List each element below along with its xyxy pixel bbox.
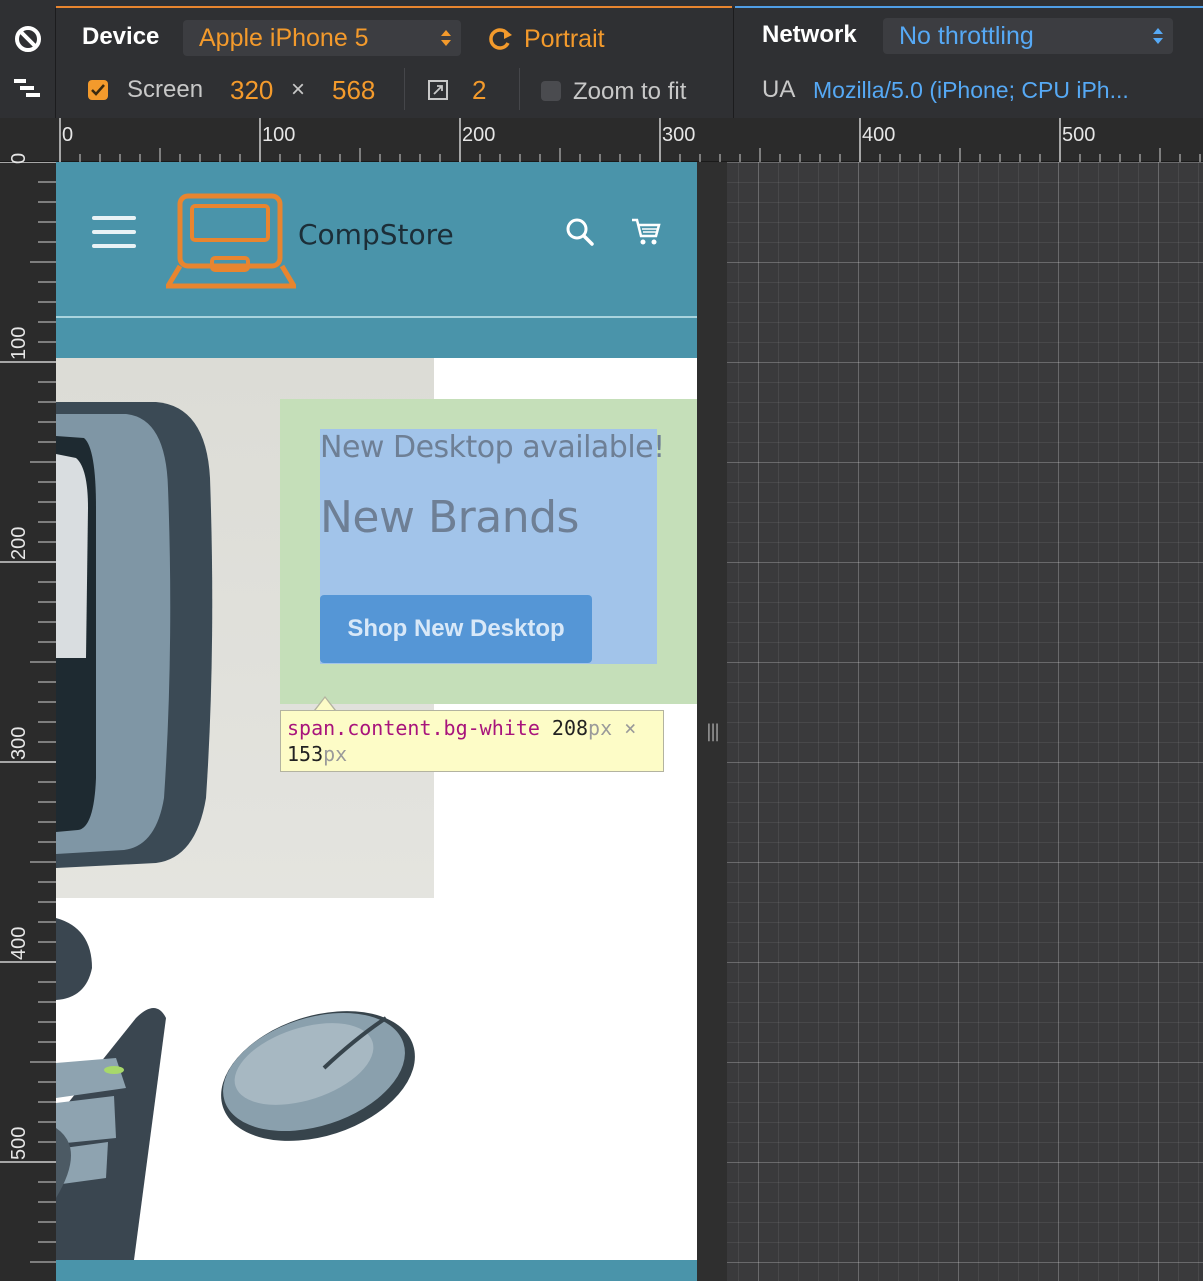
- tooltip-times: ×: [624, 716, 637, 740]
- zoom-to-fit-label: Zoom to fit: [573, 78, 687, 105]
- no-entry-icon[interactable]: [14, 25, 42, 53]
- rotate-icon[interactable]: [486, 25, 514, 53]
- ruler-v-label: 500: [8, 1126, 30, 1160]
- promo-title: New Brands: [320, 492, 579, 543]
- cart-icon[interactable]: [630, 216, 662, 248]
- pixel-ratio-field[interactable]: 2: [472, 75, 486, 105]
- network-label: Network: [762, 21, 857, 48]
- device-select[interactable]: Apple iPhone 5: [183, 20, 461, 56]
- ruler-h-label: 100: [262, 124, 296, 146]
- screen-height-field[interactable]: 568: [332, 75, 375, 105]
- horizontal-ruler: 0 100 200 300 400 500: [0, 118, 1203, 162]
- toolbar-divider: [55, 8, 56, 118]
- toolbar-separator: [404, 68, 405, 110]
- tooltip-height: 153: [287, 742, 324, 766]
- horizontal-ruler-ticks: [59, 118, 1201, 162]
- resize-grip-icon[interactable]: |||: [704, 720, 720, 744]
- ruler-v-label-wrap: 0: [4, 138, 34, 168]
- ruler-h-label: 300: [662, 124, 696, 146]
- device-select-value: Apple iPhone 5: [199, 24, 369, 52]
- device-mode-toolbar: Device Apple iPhone 5 Portrait Screen 32…: [0, 0, 1203, 118]
- ruler-v-label: 100: [8, 326, 30, 360]
- ruler-v-label: 200: [8, 526, 30, 560]
- laptop-logo-icon[interactable]: [166, 192, 296, 292]
- media-query-icon[interactable]: [12, 76, 42, 102]
- network-panel-accent: [735, 6, 1203, 8]
- network-select-value: No throttling: [899, 22, 1034, 50]
- inspect-tooltip: span.content.bg-white 208px × 153px: [280, 710, 664, 772]
- promo-headline: New Desktop available!: [320, 430, 665, 465]
- brand-name[interactable]: CompStore: [298, 218, 454, 251]
- ruler-v-label-wrap: 200: [4, 512, 34, 566]
- ruler-v-label-wrap: 400: [4, 912, 34, 966]
- screen-label: Screen: [127, 76, 204, 103]
- network-select[interactable]: No throttling: [883, 18, 1173, 54]
- select-arrows-icon: [441, 26, 451, 50]
- tooltip-height-unit: px: [323, 742, 348, 766]
- ruler-h-label: 400: [862, 124, 896, 146]
- hamburger-menu-icon[interactable]: [92, 214, 136, 250]
- site-footer-strip: [56, 1260, 697, 1281]
- tooltip-width-unit: px: [588, 716, 613, 740]
- canvas-grid-area: [727, 162, 1203, 1281]
- device-panel-accent: [56, 6, 732, 8]
- ruler-h-label: 0: [62, 124, 74, 146]
- device-label: Device: [82, 23, 160, 50]
- ruler-v-label: 300: [8, 726, 30, 760]
- ruler-v-label-wrap: 500: [4, 1112, 34, 1166]
- screen-checkbox[interactable]: [88, 80, 108, 100]
- toolbar-divider: [733, 8, 734, 118]
- pixel-ratio-icon: [428, 80, 448, 100]
- ruler-v-label: 0: [8, 152, 30, 164]
- select-arrows-icon: [1153, 24, 1163, 48]
- ruler-h-label: 500: [1062, 124, 1096, 146]
- site-header: CompStore: [56, 162, 697, 358]
- screen-width-field[interactable]: 320: [230, 75, 273, 105]
- ruler-v-label-wrap: 100: [4, 312, 34, 366]
- tooltip-selector: span.content.bg-white: [287, 716, 540, 740]
- tooltip-width: 208: [551, 716, 589, 740]
- header-divider: [56, 316, 697, 318]
- ua-label: UA: [762, 76, 796, 103]
- orientation-toggle[interactable]: Portrait: [524, 24, 605, 54]
- check-icon: [91, 84, 105, 96]
- search-icon[interactable]: [564, 216, 596, 248]
- ruler-v-label: 400: [8, 926, 30, 960]
- zoom-to-fit-checkbox[interactable]: [541, 81, 561, 101]
- toolbar-separator: [519, 68, 520, 110]
- ruler-h-label: 200: [462, 124, 496, 146]
- ua-field[interactable]: Mozilla/5.0 (iPhone; CPU iPh...: [813, 75, 1129, 105]
- ruler-v-label-wrap: 300: [4, 712, 34, 766]
- screen-times-symbol: ×: [291, 76, 306, 103]
- shop-new-desktop-button[interactable]: Shop New Desktop: [320, 595, 592, 663]
